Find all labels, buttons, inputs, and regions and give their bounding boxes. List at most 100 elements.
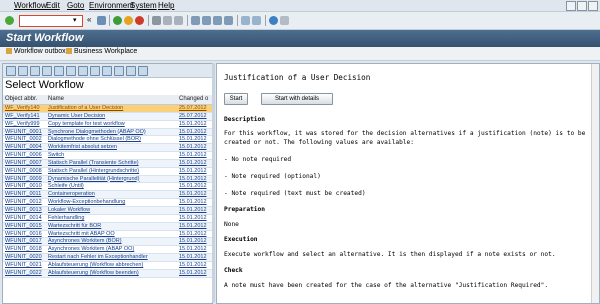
filter-icon[interactable] xyxy=(54,66,64,76)
layout-icon[interactable] xyxy=(280,16,289,25)
last-page-icon[interactable] xyxy=(224,16,233,25)
table-row[interactable]: WFUNIT_0006 Switch 15.01.2012 xyxy=(3,152,212,160)
help-icon[interactable] xyxy=(269,16,278,25)
row-abbr[interactable]: WFUNIT_0009 xyxy=(5,176,47,184)
row-name[interactable]: Copy template for test workflow xyxy=(48,121,176,129)
enter-icon[interactable] xyxy=(5,16,14,25)
menu-help[interactable]: Help xyxy=(158,1,174,10)
refresh-icon[interactable] xyxy=(126,66,136,76)
table-row[interactable]: WFUNIT_0010 Schleife (Until) 15.01.2012 xyxy=(3,183,212,192)
row-abbr[interactable]: WFUNIT_0020 xyxy=(5,254,47,262)
row-abbr[interactable]: WF_Verify140 xyxy=(5,105,47,113)
maximize-icon[interactable] xyxy=(577,1,587,11)
table-row[interactable]: WFUNIT_0015 Wartezschritt für BOR 15.01.20… xyxy=(3,222,212,231)
row-abbr[interactable]: WFUNIT_0016 xyxy=(5,231,47,239)
table-row[interactable]: WFUNIT_0002 Dialogmethode ohne Schlüssel … xyxy=(3,136,212,145)
find-icon[interactable] xyxy=(163,16,172,25)
details-icon[interactable] xyxy=(6,66,16,76)
row-name[interactable]: Restart nach Fehler im Exceptionhandler xyxy=(48,254,176,262)
row-name[interactable]: Workitemfrist absolut setzen xyxy=(48,144,176,152)
first-page-icon[interactable] xyxy=(191,16,200,25)
layout-change-icon[interactable] xyxy=(114,66,124,76)
row-abbr[interactable]: WFUNIT_0001 xyxy=(5,129,47,137)
row-abbr[interactable]: WFUNIT_0012 xyxy=(5,199,47,207)
find-next-icon[interactable] xyxy=(174,16,183,25)
table-row[interactable]: WFUNIT_0021 Ablaufsteuerung (Workflow abb… xyxy=(3,262,212,270)
sort-descending-icon[interactable] xyxy=(30,66,40,76)
previous-page-icon[interactable] xyxy=(202,16,211,25)
row-abbr[interactable]: WF_Verify141 xyxy=(5,113,47,121)
table-row[interactable]: WFUNIT_0013 Lokaler Workflow 15.01.2012 xyxy=(3,206,212,215)
row-name[interactable]: Dialogmethode ohne Schlüssel (BOR) xyxy=(48,136,176,144)
workflow-outbox-button[interactable]: Workflow outbox xyxy=(6,48,66,55)
menu-edit[interactable]: Edit xyxy=(46,1,60,10)
print-list-icon[interactable] xyxy=(90,66,100,76)
minimize-icon[interactable] xyxy=(566,1,576,11)
vertical-scrollbar[interactable] xyxy=(591,64,599,303)
arrow-left-icon[interactable]: « xyxy=(87,15,96,24)
row-name[interactable]: Fehlerhandling xyxy=(48,215,176,223)
column-header-name[interactable]: Name xyxy=(48,96,64,102)
row-name[interactable]: Asynchrones Workitem (ABAP OO) xyxy=(48,246,176,254)
row-name[interactable]: Asynchrones Workitem (BOR) xyxy=(48,238,176,246)
row-name[interactable]: Wartezschritt für BOR xyxy=(48,223,176,231)
save-icon[interactable] xyxy=(97,16,106,25)
table-row[interactable]: WFUNIT_0009 Dynamische Parallelität (Hint… xyxy=(3,175,212,184)
row-abbr[interactable]: WFUNIT_0018 xyxy=(5,246,47,254)
table-row[interactable]: WFUNIT_0008 Statisch Parallel (Hintergrun… xyxy=(3,168,212,176)
subtotal-icon[interactable] xyxy=(78,66,88,76)
row-abbr[interactable]: WFUNIT_0002 xyxy=(5,136,47,144)
row-abbr[interactable]: WFUNIT_0021 xyxy=(5,262,47,270)
row-abbr[interactable]: WFUNIT_0013 xyxy=(5,207,47,215)
chevron-down-icon[interactable]: ▾ xyxy=(73,16,77,24)
row-name[interactable]: Justification of a User Decision xyxy=(48,105,176,113)
table-row[interactable]: WFUNIT_0020 Restart nach Fehler im Except… xyxy=(3,254,212,262)
row-name[interactable]: Ablaufsteuerung (Workflow beenden) xyxy=(48,270,176,278)
print-icon[interactable] xyxy=(152,16,161,25)
total-icon[interactable] xyxy=(66,66,76,76)
row-name[interactable]: Workflow-Exceptionbehandlung xyxy=(48,199,176,207)
table-row[interactable]: WFUNIT_0017 Asynchrones Workitem (BOR) 15.… xyxy=(3,238,212,247)
row-abbr[interactable]: WFUNIT_0015 xyxy=(5,223,47,231)
table-row[interactable]: WFUNIT_0011 Containeroperation 15.01.2012 xyxy=(3,191,212,200)
row-abbr[interactable]: WFUNIT_0010 xyxy=(5,183,47,191)
row-abbr[interactable]: WFUNIT_0006 xyxy=(5,152,47,160)
row-name[interactable]: Dynamische Parallelität (Hintergrund) xyxy=(48,176,176,184)
menu-environment[interactable]: Environment xyxy=(89,1,134,10)
row-name[interactable]: Ablaufsteuerung (Workflow abbrechen) xyxy=(48,262,176,270)
table-row[interactable]: WFUNIT_0004 Workitemfrist absolut setzen 1… xyxy=(3,144,212,153)
column-header-abbr[interactable]: Object abbr. xyxy=(5,96,37,102)
table-row[interactable]: WFUNIT_0022 Ablaufsteuerung (Workflow bee… xyxy=(3,269,212,278)
row-abbr[interactable]: WFUNIT_0022 xyxy=(5,270,47,278)
row-abbr[interactable]: WFUNIT_0007 xyxy=(5,160,47,168)
export-icon[interactable] xyxy=(102,66,112,76)
row-abbr[interactable]: WFUNIT_0011 xyxy=(5,191,47,199)
row-abbr[interactable]: WF_Verify999 xyxy=(5,121,47,129)
row-name[interactable]: Dynamic User Decision xyxy=(48,113,176,121)
table-row[interactable]: WFUNIT_0014 Fehlerhandling 15.01.2012 xyxy=(3,215,212,223)
row-abbr[interactable]: WFUNIT_0008 xyxy=(5,168,47,176)
row-name[interactable]: Switch xyxy=(48,152,176,160)
row-name[interactable]: Statisch Parallel (Hintergrundschritte) xyxy=(48,168,176,176)
exit-icon[interactable] xyxy=(124,16,133,25)
table-row[interactable]: WFUNIT_0018 Asynchrones Workitem (ABAP OO… xyxy=(3,246,212,255)
table-row[interactable]: WFUNIT_0016 Wartezschritt mit ABAP OO 15.0… xyxy=(3,231,212,239)
start-button[interactable]: Start xyxy=(224,93,248,105)
back-icon[interactable] xyxy=(113,16,122,25)
row-name[interactable]: Synchrone Dialogmethoden (ABAP OO) xyxy=(48,129,176,137)
table-row[interactable]: WFUNIT_0007 Statisch Parallel (Transiente… xyxy=(3,159,212,168)
sort-ascending-icon[interactable] xyxy=(18,66,28,76)
row-abbr[interactable]: WFUNIT_0014 xyxy=(5,215,47,223)
find-list-icon[interactable] xyxy=(42,66,52,76)
cancel-icon[interactable] xyxy=(135,16,144,25)
table-row[interactable]: WFUNIT_0012 Workflow-Exceptionbehandlung 1… xyxy=(3,199,212,207)
row-name[interactable]: Statisch Parallel (Transiente Schritte) xyxy=(48,160,176,168)
table-row[interactable]: WFUNIT_0001 Synchrone Dialogmethoden (ABA… xyxy=(3,128,212,137)
next-page-icon[interactable] xyxy=(213,16,222,25)
row-name[interactable]: Schleife (Until) xyxy=(48,183,176,191)
table-row[interactable]: WF_Verify140 Justification of a User Deci… xyxy=(3,105,212,113)
row-name[interactable]: Lokaler Workflow xyxy=(48,207,176,215)
row-abbr[interactable]: WFUNIT_0004 xyxy=(5,144,47,152)
close-icon[interactable] xyxy=(588,1,598,11)
table-row[interactable]: WF_Verify999 Copy template for test workf… xyxy=(3,121,212,129)
